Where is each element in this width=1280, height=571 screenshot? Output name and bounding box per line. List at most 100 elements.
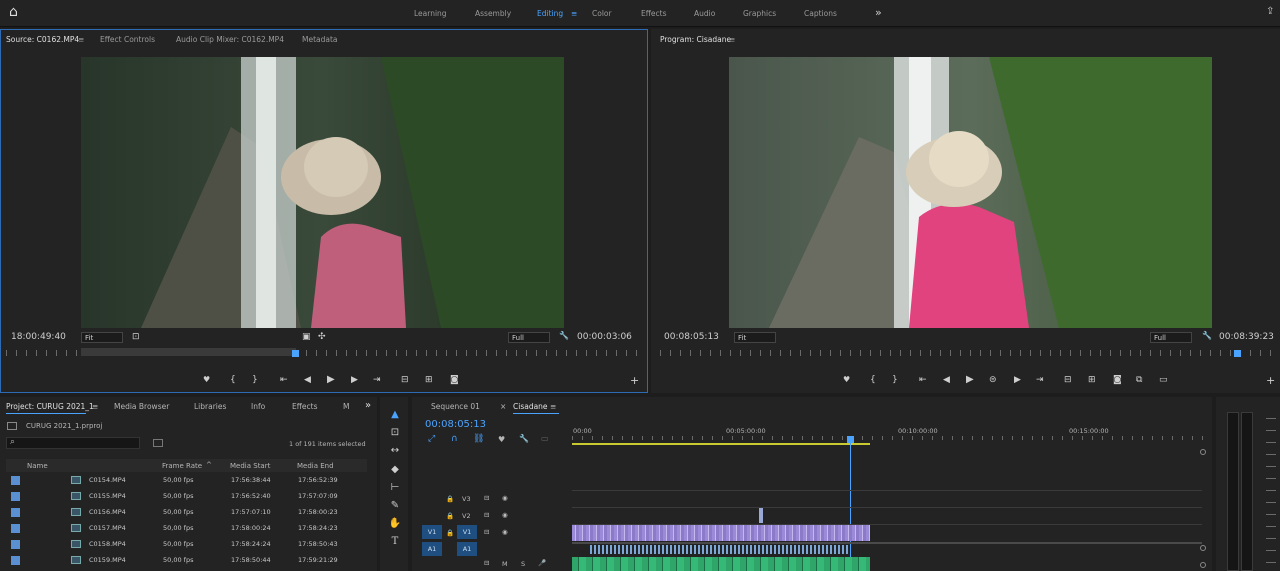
v1-lock-icon[interactable]: 🔒 — [446, 529, 454, 537]
v2-eye-icon[interactable]: ◉ — [502, 511, 508, 519]
project-search-input[interactable]: ⌕ — [6, 437, 140, 449]
nest-icon[interactable]: ⤢ — [428, 434, 435, 444]
program-step-forward-icon[interactable]: ▶ — [1014, 375, 1021, 385]
a1-target[interactable]: A1 — [457, 542, 477, 556]
label-color-swatch[interactable] — [11, 476, 20, 485]
source-mark-out-icon[interactable]: } — [252, 375, 258, 385]
source-playhead-timecode[interactable]: 18:00:49:40 — [11, 332, 66, 342]
table-row[interactable]: C0155.MP4 50,00 fps 17:56:52:40 17:57:07… — [0, 488, 367, 504]
column-media-start[interactable]: Media Start — [230, 462, 270, 470]
workspace-effects[interactable]: Effects — [641, 9, 667, 18]
table-row[interactable]: C0154.MP4 50,00 fps 17:56:38:44 17:56:52… — [0, 472, 367, 488]
track-select-tool-icon[interactable]: ⊡ — [388, 427, 402, 441]
timeline-menu-icon[interactable]: ≡ — [550, 402, 556, 411]
workspace-color[interactable]: Color — [592, 9, 612, 18]
ripple-edit-tool-icon[interactable]: ↔ — [388, 445, 402, 459]
program-vr-icon[interactable]: ▭ — [1159, 375, 1168, 385]
tab-info[interactable]: Info — [251, 402, 265, 411]
program-lift-icon[interactable]: ⊟ — [1064, 375, 1072, 385]
v1-clips[interactable] — [572, 525, 870, 541]
tab-effects[interactable]: Effects — [292, 402, 318, 411]
source-export-frame-icon[interactable]: ◙ — [450, 375, 459, 385]
column-frame-rate[interactable]: Frame Rate — [162, 462, 202, 470]
a1-source-patch[interactable]: A1 — [422, 542, 442, 556]
program-go-to-in-icon[interactable]: ⇤ — [919, 375, 927, 385]
source-step-back-icon[interactable]: ◀ — [304, 375, 311, 385]
captions-icon[interactable]: ▭ — [541, 434, 549, 443]
timeline-playhead[interactable] — [847, 436, 854, 443]
table-row[interactable]: C0159.MP4 50,00 fps 17:58:50:44 17:59:21… — [0, 552, 367, 568]
program-mark-in-icon[interactable]: { — [870, 375, 876, 385]
program-mark-out-icon[interactable]: } — [892, 375, 898, 385]
a1-mute[interactable]: M — [502, 560, 508, 568]
tab-media-browser[interactable]: Media Browser — [114, 402, 169, 411]
razor-tool-icon[interactable]: ◆ — [388, 464, 402, 478]
new-search-bin-icon[interactable] — [153, 439, 163, 447]
source-overwrite-icon[interactable]: ⊞ — [425, 375, 433, 385]
program-quality-dropdown[interactable]: Full — [1150, 332, 1192, 343]
timeline-settings-icon[interactable]: 🔧 — [519, 434, 529, 443]
column-media-end[interactable]: Media End — [297, 462, 334, 470]
v2-lock-icon[interactable]: 🔒 — [446, 512, 454, 520]
program-play-icon[interactable]: ▶ — [966, 374, 974, 385]
source-mark-in-icon[interactable]: { — [230, 375, 236, 385]
snap-icon[interactable]: ∩ — [451, 434, 458, 444]
v1-target[interactable]: V1 — [457, 525, 477, 539]
workspace-editing[interactable]: Editing — [537, 9, 563, 18]
tab-metadata[interactable]: Metadata — [302, 35, 338, 44]
tab-source[interactable]: Source: C0162.MP4 — [6, 35, 79, 44]
label-color-swatch[interactable] — [11, 492, 20, 501]
source-insert-icon[interactable]: ⊟ — [401, 375, 409, 385]
source-go-to-out-icon[interactable]: ⇥ — [373, 375, 381, 385]
program-menu-icon[interactable]: ≡ — [729, 35, 735, 44]
workspace-audio[interactable]: Audio — [694, 9, 715, 18]
workspace-captions[interactable]: Captions — [804, 9, 837, 18]
program-fit-dropdown[interactable]: Fit — [734, 332, 776, 343]
tab-sequence-01[interactable]: Sequence 01 — [431, 402, 480, 411]
label-color-swatch[interactable] — [11, 524, 20, 533]
program-step-back-icon[interactable]: ◀ — [943, 375, 950, 385]
program-extract-icon[interactable]: ⊞ — [1088, 375, 1096, 385]
project-menu-icon[interactable]: ≡ — [92, 402, 98, 411]
tab-markers[interactable]: M — [343, 402, 349, 411]
project-more-tabs-icon[interactable]: » — [365, 400, 371, 411]
close-tab-icon[interactable]: × — [500, 402, 506, 411]
table-row[interactable]: C0156.MP4 50,00 fps 17:57:07:10 17:58:00… — [0, 504, 367, 520]
program-add-marker-icon[interactable]: ♥ — [843, 375, 850, 384]
source-quality-dropdown[interactable]: Full — [508, 332, 550, 343]
export-icon[interactable]: ⇪ — [1266, 6, 1274, 17]
hand-tool-icon[interactable]: ✋ — [388, 518, 402, 532]
v3-eye-icon[interactable]: ◉ — [502, 494, 508, 502]
a1-clips[interactable] — [572, 557, 870, 571]
tab-program[interactable]: Program: Cisadane — [660, 35, 731, 44]
v3-lock-icon[interactable]: 🔒 — [446, 495, 454, 503]
more-workspaces-icon[interactable]: » — [875, 6, 882, 19]
source-add-marker-icon[interactable]: ♥ — [203, 375, 210, 384]
tab-project[interactable]: Project: CURUG 2021_1 — [6, 402, 94, 411]
add-marker-icon[interactable]: ♥ — [498, 435, 505, 444]
a1-solo[interactable]: S — [521, 560, 525, 568]
source-drag-video-icon[interactable]: ✣ — [318, 332, 326, 342]
source-button-editor-icon[interactable]: + — [630, 374, 639, 387]
selection-tool-icon[interactable]: ▲ — [388, 409, 402, 423]
tab-libraries[interactable]: Libraries — [194, 402, 226, 411]
timeline-time-ruler[interactable] — [572, 436, 1204, 440]
timeline-vscroll-top[interactable] — [1200, 449, 1206, 455]
source-playhead[interactable] — [292, 350, 299, 357]
tab-audio-clip-mixer[interactable]: Audio Clip Mixer: C0162.MP4 — [176, 35, 284, 44]
column-name[interactable]: Name — [27, 462, 48, 470]
workspace-menu-icon[interactable]: ≡ — [571, 9, 577, 18]
v1-source-patch[interactable]: V1 — [422, 525, 442, 539]
label-color-swatch[interactable] — [11, 540, 20, 549]
label-color-swatch[interactable] — [11, 508, 20, 517]
workspace-assembly[interactable]: Assembly — [475, 9, 511, 18]
pen-tool-icon[interactable]: ✎ — [388, 500, 402, 514]
program-time-ruler[interactable] — [660, 350, 1274, 356]
program-export-frame-icon[interactable]: ◙ — [1113, 375, 1122, 385]
source-in-out-range[interactable] — [81, 348, 296, 356]
source-safe-margins-icon[interactable]: ⊡ — [132, 332, 140, 342]
source-step-forward-icon[interactable]: ▶ — [351, 375, 358, 385]
program-playhead-timecode[interactable]: 00:08:05:13 — [664, 332, 719, 342]
tab-cisadane[interactable]: Cisadane — [513, 402, 548, 411]
slip-tool-icon[interactable]: ⊢ — [388, 482, 402, 496]
